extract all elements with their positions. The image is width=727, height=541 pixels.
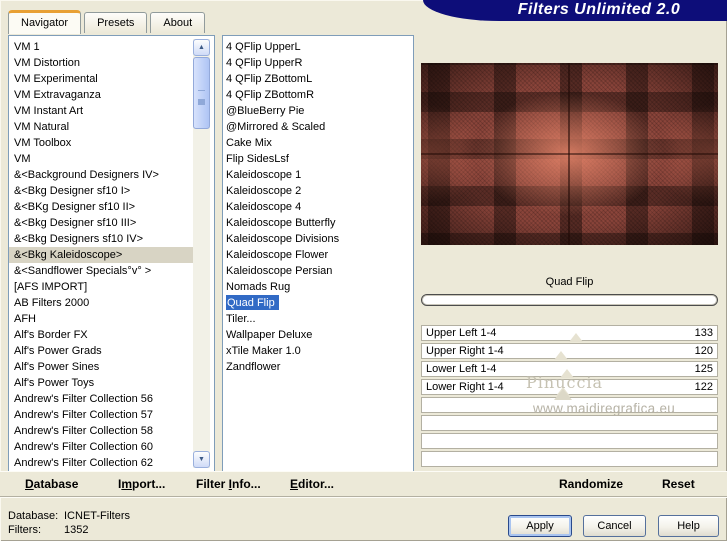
list-item[interactable]: Alf's Power Toys bbox=[9, 375, 196, 391]
database-button[interactable]: Database bbox=[25, 472, 78, 496]
list-item[interactable]: VM Instant Art bbox=[9, 103, 196, 119]
progress-bar bbox=[421, 294, 718, 306]
tab-presets[interactable]: Presets bbox=[84, 12, 148, 33]
scroll-thumb[interactable] bbox=[193, 57, 210, 129]
import-button[interactable]: Import... bbox=[118, 472, 165, 496]
selected-filter-name: Quad Flip bbox=[545, 276, 594, 288]
list-item[interactable]: @Mirrored & Scaled bbox=[223, 119, 413, 135]
list-item[interactable]: Zandflower bbox=[223, 359, 413, 375]
slider-label: Upper Right 1-4 bbox=[426, 345, 504, 357]
tab-about[interactable]: About bbox=[150, 12, 206, 33]
list-item[interactable]: Tiler... bbox=[223, 311, 413, 327]
list-item[interactable]: Kaleidoscope Divisions bbox=[223, 231, 413, 247]
watermark-triangle-icon bbox=[554, 389, 572, 400]
list-item[interactable]: Flip SidesLsf bbox=[223, 151, 413, 167]
filter-list: 4 QFlip UpperL 4 QFlip UpperR 4 QFlip ZBot… bbox=[223, 39, 413, 375]
list-item[interactable]: Andrew's Filter Collection 57 bbox=[9, 407, 196, 423]
cancel-button[interactable]: Cancel bbox=[583, 515, 646, 537]
list-item[interactable]: [AFS IMPORT] bbox=[9, 279, 196, 295]
list-item[interactable]: 4 QFlip UpperL bbox=[223, 39, 413, 55]
list-item[interactable]: &<Bkg Designers sf10 IV> bbox=[9, 231, 196, 247]
slider-row-empty[interactable] bbox=[421, 415, 718, 431]
help-button[interactable]: Help bbox=[658, 515, 719, 537]
list-item[interactable]: Quad Flip bbox=[223, 295, 413, 311]
list-item[interactable]: Kaleidoscope 4 bbox=[223, 199, 413, 215]
list-item[interactable]: xTile Maker 1.0 bbox=[223, 343, 413, 359]
reset-button[interactable]: Reset bbox=[662, 472, 695, 496]
category-list-panel: VM 1 VM Distortion VM Experimental VM Extra… bbox=[8, 35, 215, 472]
list-item[interactable]: 4 QFlip ZBottomL bbox=[223, 71, 413, 87]
list-item[interactable]: Andrew's Filter Collection 62 bbox=[9, 455, 196, 471]
title-banner: Filters Unlimited 2.0 bbox=[423, 0, 727, 21]
list-item[interactable]: Andrew's Filter Collection 56 bbox=[9, 391, 196, 407]
list-item[interactable]: &<Bkg Designer sf10 I> bbox=[9, 183, 196, 199]
slider-value: 122 bbox=[694, 381, 713, 393]
filters-unlimited-window: Filters Unlimited 2.0 Navigator Presets … bbox=[0, 0, 727, 541]
list-item[interactable]: Nomads Rug bbox=[223, 279, 413, 295]
list-item[interactable]: AB Filters 2000 bbox=[9, 295, 196, 311]
tab-bar: Navigator Presets About bbox=[8, 9, 206, 34]
editor-button[interactable]: Editor... bbox=[290, 472, 334, 496]
scroll-up-button[interactable]: ▲ bbox=[193, 39, 210, 56]
category-scrollbar[interactable]: ▲ ▼ bbox=[193, 39, 210, 468]
list-item[interactable]: VM Extravaganza bbox=[9, 87, 196, 103]
list-item[interactable]: Cake Mix bbox=[223, 135, 413, 151]
filters-count-label: Filters: bbox=[8, 524, 41, 536]
randomize-button[interactable]: Randomize bbox=[559, 472, 623, 496]
slider-row[interactable]: Upper Left 1-4 133 bbox=[421, 325, 718, 342]
preview-pane: Quad Flip Upper Left 1-4 133 Upper Right 1… bbox=[421, 35, 718, 472]
filters-count-value: 1352 bbox=[64, 524, 89, 536]
list-item[interactable]: &<Bkg Kaleidoscope> bbox=[9, 247, 196, 263]
filter-info-button[interactable]: Filter Info... bbox=[196, 472, 261, 496]
list-item[interactable]: &<BKg Designer sf10 II> bbox=[9, 199, 196, 215]
list-item[interactable]: Kaleidoscope Flower bbox=[223, 247, 413, 263]
list-item[interactable]: VM Distortion bbox=[9, 55, 196, 71]
list-item[interactable]: Kaleidoscope Butterfly bbox=[223, 215, 413, 231]
apply-button[interactable]: Apply bbox=[508, 515, 572, 537]
list-item[interactable]: 4 QFlip ZBottomR bbox=[223, 87, 413, 103]
tab-navigator[interactable]: Navigator bbox=[8, 10, 82, 34]
list-item[interactable]: &<Sandflower Specials°v° > bbox=[9, 263, 196, 279]
slider-thumb-icon[interactable] bbox=[553, 351, 568, 360]
filter-preview-image[interactable] bbox=[421, 63, 718, 245]
slider-label: Upper Left 1-4 bbox=[426, 327, 497, 339]
list-item[interactable]: Wallpaper Deluxe bbox=[223, 327, 413, 343]
filter-list-panel: 4 QFlip UpperL 4 QFlip UpperR 4 QFlip ZBot… bbox=[222, 35, 414, 472]
list-item[interactable]: Alf's Power Grads bbox=[9, 343, 196, 359]
slider-row-empty[interactable] bbox=[421, 433, 718, 449]
scroll-grip-icon bbox=[198, 90, 205, 99]
slider-label: Lower Right 1-4 bbox=[426, 381, 504, 393]
slider-value: 125 bbox=[694, 363, 713, 375]
window-title: Filters Unlimited 2.0 bbox=[517, 1, 681, 18]
list-item[interactable]: Alf's Border FX bbox=[9, 327, 196, 343]
slider-value: 120 bbox=[694, 345, 713, 357]
list-item[interactable]: VM bbox=[9, 151, 196, 167]
scroll-down-button[interactable]: ▼ bbox=[193, 451, 210, 468]
list-item[interactable]: Andrew's Filter Collection 58 bbox=[9, 423, 196, 439]
list-item[interactable]: 4 QFlip UpperR bbox=[223, 55, 413, 71]
list-item[interactable]: Kaleidoscope Persian bbox=[223, 263, 413, 279]
slider-label: Lower Left 1-4 bbox=[426, 363, 497, 375]
list-item[interactable]: VM 1 bbox=[9, 39, 196, 55]
database-status-label: Database: bbox=[8, 510, 59, 522]
list-item[interactable]: AFH bbox=[9, 311, 196, 327]
slider-row[interactable]: Upper Right 1-4 120 bbox=[421, 343, 718, 360]
list-item[interactable]: VM Toolbox bbox=[9, 135, 196, 151]
slider-value: 133 bbox=[694, 327, 713, 339]
database-status-value: ICNET-Filters bbox=[64, 510, 130, 522]
watermark-url: www.maidiregrafica.eu bbox=[533, 401, 676, 416]
list-item[interactable]: @BlueBerry Pie bbox=[223, 103, 413, 119]
list-item[interactable]: Kaleidoscope 1 bbox=[223, 167, 413, 183]
list-item[interactable]: &<Bkg Designer sf10 III> bbox=[9, 215, 196, 231]
slider-row-empty[interactable] bbox=[421, 451, 718, 467]
list-item[interactable]: Kaleidoscope 2 bbox=[223, 183, 413, 199]
category-list: VM 1 VM Distortion VM Experimental VM Extra… bbox=[9, 39, 214, 471]
list-item[interactable]: &<Background Designers IV> bbox=[9, 167, 196, 183]
list-item[interactable]: VM Experimental bbox=[9, 71, 196, 87]
list-item[interactable]: Alf's Power Sines bbox=[9, 359, 196, 375]
list-item[interactable]: VM Natural bbox=[9, 119, 196, 135]
command-toolbar: Database Import... Filter Info... Editor… bbox=[0, 471, 727, 497]
list-item[interactable]: Andrew's Filter Collection 60 bbox=[9, 439, 196, 455]
slider-thumb-icon[interactable] bbox=[568, 333, 583, 342]
